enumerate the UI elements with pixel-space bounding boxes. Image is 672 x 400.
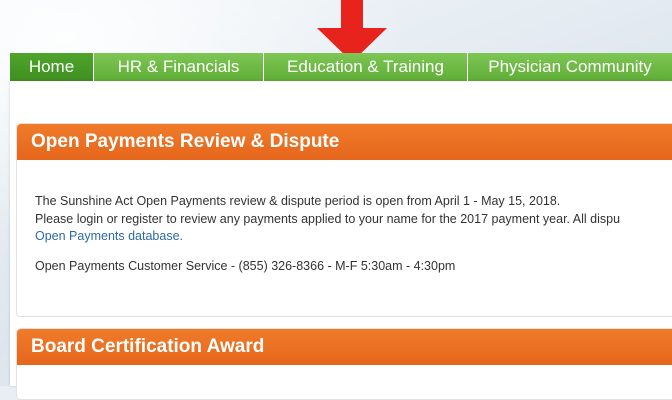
tab-education-training[interactable]: Education & Training bbox=[264, 53, 468, 81]
period-text: The Sunshine Act Open Payments review & … bbox=[35, 194, 561, 208]
instructions-text: Please login or register to review any p… bbox=[35, 211, 621, 226]
customer-service-text: Open Payments Customer Service - (855) 3… bbox=[35, 258, 456, 273]
panel-title: Board Certification Award bbox=[17, 329, 672, 365]
panel-title: Open Payments Review & Dispute bbox=[17, 124, 672, 160]
main-content: Open Payments Review & Dispute The Sunsh… bbox=[10, 81, 672, 400]
open-payments-panel: Open Payments Review & Dispute The Sunsh… bbox=[16, 123, 672, 317]
tab-physician-community[interactable]: Physician Community bbox=[468, 53, 672, 81]
tab-home[interactable]: Home bbox=[10, 53, 94, 81]
board-certification-panel: Board Certification Award bbox=[16, 328, 672, 400]
open-payments-database-link[interactable]: Open Payments database. bbox=[35, 229, 183, 243]
panel-body: The Sunshine Act Open Payments review & … bbox=[17, 160, 672, 275]
tab-hr-financials[interactable]: HR & Financials bbox=[94, 53, 264, 81]
main-navigation: Home HR & Financials Education & Trainin… bbox=[10, 53, 672, 81]
